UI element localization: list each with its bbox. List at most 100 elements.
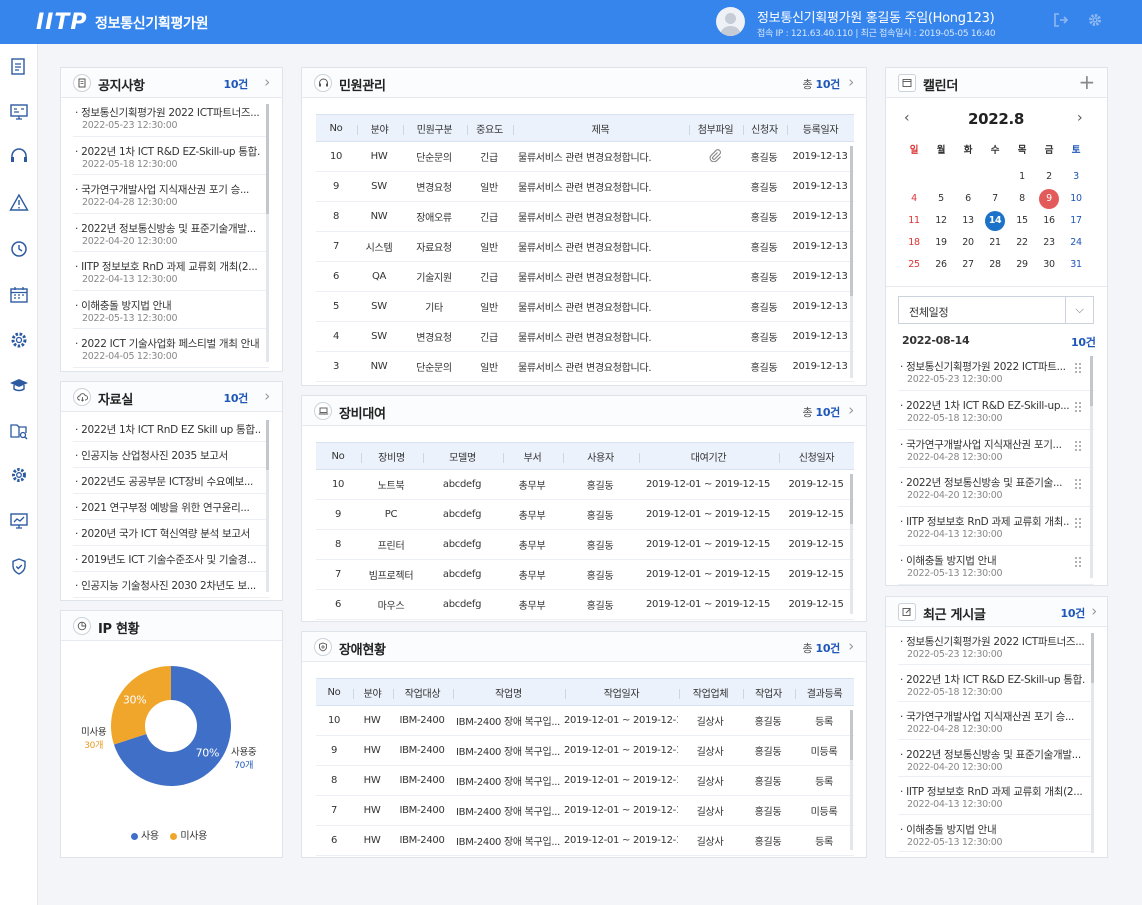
column-header[interactable]: 분야: [356, 114, 402, 142]
calendar-day[interactable]: 23: [1039, 233, 1059, 253]
calendar-day[interactable]: 11: [904, 211, 924, 231]
table-row[interactable]: 6 QA 기술지원 긴급 물류서비스 관련 변경요청합니다. 홍길동 2019-12-13: [316, 261, 854, 292]
drag-handle-icon[interactable]: [1074, 478, 1082, 492]
table-row[interactable]: 7 HW IBM-2400 IBM-2400 장애 복구입... 2019-12-01 …: [316, 795, 854, 826]
attachment-clip-icon[interactable]: [688, 141, 742, 172]
calendar-icon[interactable]: [8, 284, 30, 306]
table-row[interactable]: 9 PC abcdefg 총무부 홍길동 2019-12-01 ~ 2019-12-15 2…: [316, 499, 854, 530]
table-row[interactable]: 7 빔프로젝터 abcdefg 총무부 홍길동 2019-12-01 ~ 2019-12-…: [316, 559, 854, 590]
civil-scrollbar[interactable]: [850, 146, 853, 378]
table-row[interactable]: 8 프린터 abcdefg 총무부 홍길동 2019-12-01 ~ 2019-12-15…: [316, 529, 854, 560]
chart-board-icon[interactable]: [8, 510, 30, 532]
column-header[interactable]: 신청자: [742, 114, 786, 142]
column-header[interactable]: 첨부파일: [688, 114, 742, 142]
archive-item[interactable]: · 2022년 1차 ICT RnD EZ Skill up 통합...: [73, 416, 269, 442]
column-header[interactable]: 부서: [502, 442, 562, 470]
calendar-day[interactable]: 5: [931, 189, 951, 209]
column-header[interactable]: 대여기간: [638, 442, 778, 470]
column-header[interactable]: 작업일자: [564, 678, 678, 706]
civil-more-chevron-icon[interactable]: ›: [848, 74, 854, 90]
table-row[interactable]: 8 HW IBM-2400 IBM-2400 장애 복구입... 2019-12-01 …: [316, 765, 854, 796]
table-row[interactable]: 10 HW IBM-2400 IBM-2400 장애 복구입... 2019-12-01…: [316, 705, 854, 736]
notice-scrollbar[interactable]: [266, 104, 269, 362]
table-row[interactable]: 6 HW IBM-2400 IBM-2400 장애 복구입... 2019-12-01 …: [316, 825, 854, 856]
clock-icon[interactable]: [8, 238, 30, 260]
archive-item[interactable]: · 인공지능 산업청사진 2035 보고서: [73, 442, 269, 468]
calendar-day[interactable]: 7: [985, 189, 1005, 209]
recent-more-chevron-icon[interactable]: ›: [1091, 603, 1097, 619]
calendar-day[interactable]: 13: [958, 211, 978, 231]
calendar-day-today[interactable]: 14: [985, 211, 1005, 231]
document-icon[interactable]: [8, 56, 30, 78]
headset-icon[interactable]: [8, 146, 30, 168]
calendar-day[interactable]: 28: [985, 255, 1005, 275]
calendar-day[interactable]: 6: [958, 189, 978, 209]
calendar-day[interactable]: 20: [958, 233, 978, 253]
table-row[interactable]: 10 노트북 abcdefg 총무부 홍길동 2019-12-01 ~ 2019-12-1…: [316, 469, 854, 500]
event-item[interactable]: · 이해충돌 방지법 안내 2022-05-13 12:30:00: [898, 546, 1094, 585]
list-item[interactable]: · 2022년 1차 ICT R&D EZ-Skill-up 통합... 2022…: [73, 137, 269, 175]
column-header[interactable]: 중요도: [466, 114, 512, 142]
calendar-day[interactable]: 2: [1039, 167, 1059, 187]
calendar-day[interactable]: 27: [958, 255, 978, 275]
list-item[interactable]: · 이해충돌 방지법 안내 2022-05-13 12:30:00: [73, 291, 269, 329]
avatar[interactable]: [716, 7, 745, 36]
archive-item[interactable]: · 2019년도 ICT 기술수준조사 및 기술경...: [73, 546, 269, 572]
drag-handle-icon[interactable]: [1074, 362, 1082, 376]
column-header[interactable]: 작업대상: [392, 678, 452, 706]
fault-scrollbar[interactable]: [850, 710, 853, 850]
fault-more-chevron-icon[interactable]: ›: [848, 638, 854, 654]
list-item[interactable]: · 2022년 정보통신방송 및 표준기술개발... 2022-04-20 12:…: [898, 740, 1094, 777]
column-header[interactable]: No: [316, 678, 352, 706]
calendar-day[interactable]: 3: [1066, 167, 1086, 187]
column-header[interactable]: 작업명: [452, 678, 564, 706]
calendar-day[interactable]: 22: [1012, 233, 1032, 253]
equip-scrollbar[interactable]: [850, 474, 853, 614]
archive-item[interactable]: · 인공지능 기술청사진 2030 2차년도 보...: [73, 572, 269, 598]
table-row[interactable]: 7 시스템 자료요청 일반 물류서비스 관련 변경요청합니다. 홍길동 2019-12-13: [316, 231, 854, 262]
list-item[interactable]: · 정보통신기획평가원 2022 ICT파트너즈... 2022-05-23 12…: [898, 627, 1094, 665]
list-item[interactable]: · 2022년 1차 ICT R&D EZ-Skill-up 통합... 2022…: [898, 665, 1094, 702]
column-header[interactable]: 작업업체: [678, 678, 742, 706]
archive-scrollbar[interactable]: [266, 420, 269, 592]
event-item[interactable]: · 정보통신기획평가원 2022 ICT파트... 2022-05-23 12:3…: [898, 352, 1094, 391]
column-header[interactable]: 분야: [352, 678, 392, 706]
list-item[interactable]: · 이해충돌 방지법 안내 2022-05-13 12:30:00: [898, 815, 1094, 852]
table-row[interactable]: 8 NW 장애오류 긴급 물류서비스 관련 변경요청합니다. 홍길동 2019-12-13: [316, 201, 854, 232]
column-header[interactable]: 등록일자: [786, 114, 854, 142]
shield-icon[interactable]: [8, 556, 30, 578]
column-header[interactable]: 제목: [512, 114, 688, 142]
column-header[interactable]: 장비명: [360, 442, 422, 470]
table-row[interactable]: 5 SW 기타 일반 물류서비스 관련 변경요청합니다. 홍길동 2019-12-13: [316, 291, 854, 322]
calendar-day[interactable]: 17: [1066, 211, 1086, 231]
archive-item[interactable]: · 2021 연구부정 예방을 위한 연구윤리...: [73, 494, 269, 520]
calendar-day[interactable]: 19: [931, 233, 951, 253]
column-header[interactable]: 결과등록: [794, 678, 854, 706]
logout-icon[interactable]: [1052, 12, 1070, 30]
column-header[interactable]: 작업자: [742, 678, 794, 706]
calendar-day[interactable]: 26: [931, 255, 951, 275]
calendar-day[interactable]: 8: [1012, 189, 1032, 209]
calendar-day[interactable]: 31: [1066, 255, 1086, 275]
calendar-day[interactable]: 30: [1039, 255, 1059, 275]
calendar-day[interactable]: 29: [1012, 255, 1032, 275]
column-header[interactable]: No: [316, 442, 360, 470]
calendar-day[interactable]: 24: [1066, 233, 1086, 253]
column-header[interactable]: 신청일자: [778, 442, 854, 470]
add-event-icon[interactable]: +: [1079, 71, 1096, 93]
archive-item[interactable]: · 2020년 국가 ICT 혁신역량 분석 보고서: [73, 520, 269, 546]
settings-cluster-icon[interactable]: [8, 329, 30, 351]
column-header[interactable]: 민원구분: [402, 114, 466, 142]
drag-handle-icon[interactable]: [1074, 556, 1082, 570]
drag-handle-icon[interactable]: [1074, 401, 1082, 415]
notice-more-chevron-icon[interactable]: ›: [264, 74, 270, 90]
event-item[interactable]: · 2022년 1차 ICT R&D EZ-Skill-up... 2022-05…: [898, 391, 1094, 430]
column-header[interactable]: 모델명: [422, 442, 502, 470]
calendar-day[interactable]: 12: [931, 211, 951, 231]
archive-item[interactable]: · 2022년도 공공부문 ICT장비 수요예보...: [73, 468, 269, 494]
list-item[interactable]: · IITP 정보보호 RnD 과제 교류회 개최(2... 2022-04-13…: [898, 777, 1094, 815]
table-row[interactable]: 10 HW 단순문의 긴급 물류서비스 관련 변경요청합니다. 홍길동 2019-12-13: [316, 141, 854, 172]
recent-scrollbar[interactable]: [1091, 633, 1094, 853]
table-row[interactable]: 3 NW 단순문의 일반 물류서비스 관련 변경요청합니다. 홍길동 2019-12-13: [316, 351, 854, 382]
list-item[interactable]: · 2022년 정보통신방송 및 표준기술개발... 2022-04-20 12:…: [73, 214, 269, 252]
